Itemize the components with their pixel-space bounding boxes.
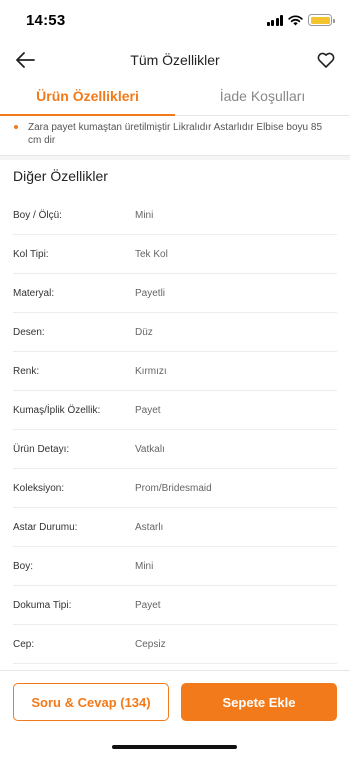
spec-key: Kol Tipi: [13, 248, 49, 260]
spec-row: Renk: Kırmızı [13, 352, 337, 391]
questions-answers-button[interactable]: Soru & Cevap (134) [13, 683, 169, 721]
bottom-action-bar: Soru & Cevap (134) Sepete Ekle [0, 670, 350, 757]
spec-row: Kumaş/İplik Özellik: Payet [13, 391, 337, 430]
bullet-dot-icon [14, 125, 18, 129]
spec-key: Materyal: [13, 287, 55, 299]
spec-value: Payet [135, 599, 161, 611]
section-divider [0, 156, 350, 160]
spec-key: Renk: [13, 365, 40, 377]
spec-key: Astar Durumu: [13, 521, 78, 533]
spec-row: Desen: Düz [13, 313, 337, 352]
home-indicator[interactable] [112, 745, 237, 749]
spec-row: Kol Tipi: Tek Kol [13, 235, 337, 274]
spec-value: Mini [135, 209, 154, 221]
spec-value: Prom/Bridesmaid [135, 482, 212, 494]
wifi-icon [288, 14, 303, 25]
spec-key: Desen: [13, 326, 45, 338]
spec-key: Cep: [13, 638, 35, 650]
spec-row: Koleksiyon: Prom/Bridesmaid [13, 469, 337, 508]
spec-value: Düz [135, 326, 153, 338]
spec-value: Cepsiz [135, 638, 166, 650]
spec-key: Ürün Detayı: [13, 443, 70, 455]
status-icons [266, 14, 335, 26]
spec-row: Astar Durumu: Astarlı [13, 508, 337, 547]
signal-icon [266, 14, 283, 26]
tab-label: Ürün Özellikleri [36, 88, 139, 104]
tab-bar: Ürün Özellikleri İade Koşulları [0, 82, 350, 116]
section-title: Diğer Özellikler [13, 168, 108, 184]
battery-level [310, 16, 330, 24]
status-bar: 14:53 [0, 0, 350, 40]
spec-value: Kırmızı [135, 365, 167, 377]
spec-key: Boy / Ölçü: [13, 209, 62, 221]
spec-list: Boy / Ölçü: Mini Kol Tipi: Tek Kol Materya… [13, 196, 337, 664]
spec-value: Tek Kol [135, 248, 168, 260]
tab-label: İade Koşulları [219, 88, 306, 104]
spec-value: Astarlı [135, 521, 164, 533]
spec-row: Cep: Cepsiz [13, 625, 337, 664]
spec-key: Kumaş/İplik Özellik: [13, 404, 101, 416]
spec-row: Materyal: Payetli [13, 274, 337, 313]
product-description: Zara payet kumaştan üretilmiştir Likralı… [0, 116, 350, 156]
spec-value: Payetli [135, 287, 166, 299]
spec-value: Mini [135, 560, 154, 572]
arrow-left-icon[interactable] [14, 50, 36, 70]
description-text: Zara payet kumaştan üretilmiştir Likralı… [28, 122, 323, 146]
add-to-cart-button[interactable]: Sepete Ekle [181, 683, 337, 721]
spec-row: Ürün Detayı: Vatkalı [13, 430, 337, 469]
spec-value: Vatkalı [135, 443, 165, 455]
nav-bar: Tüm Özellikler [0, 40, 350, 80]
heart-icon[interactable] [316, 50, 336, 70]
spec-value: Payet [135, 404, 161, 416]
page-title: Tüm Özellikler [130, 52, 220, 68]
spec-row: Boy / Ölçü: Mini [13, 196, 337, 235]
status-time: 14:53 [26, 11, 66, 29]
spec-key: Dokuma Tipi: [13, 599, 72, 611]
spec-row: Dokuma Tipi: Payet [13, 586, 337, 625]
tab-product-features[interactable]: Ürün Özellikleri [0, 82, 175, 116]
spec-row: Boy: Mini [13, 547, 337, 586]
battery-icon [308, 14, 335, 26]
tab-return-conditions[interactable]: İade Koşulları [175, 82, 350, 115]
spec-key: Boy: [13, 560, 34, 572]
spec-key: Koleksiyon: [13, 482, 65, 494]
